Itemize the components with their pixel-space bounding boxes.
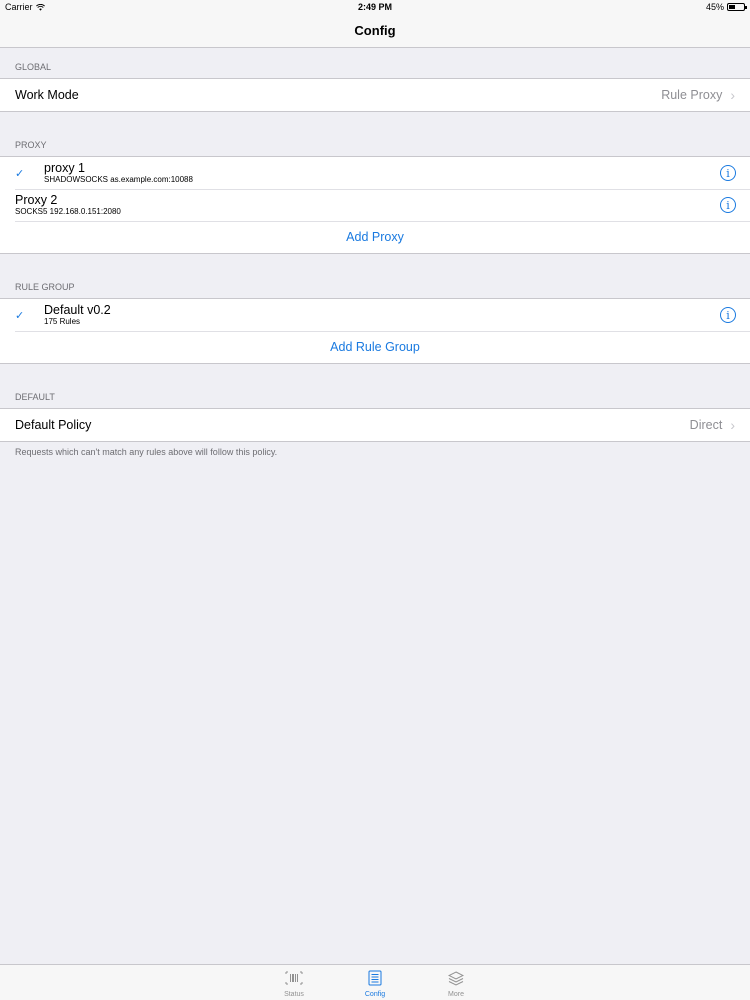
work-mode-label: Work Mode [15,88,79,102]
work-mode-value: Rule Proxy [661,88,723,102]
tab-status-label: Status [284,991,304,998]
tab-status[interactable]: Status [276,965,312,1000]
clock: 2:49 PM [357,2,392,12]
checkmark-icon: ✓ [15,167,25,180]
battery-fill [729,5,736,9]
info-icon[interactable]: i [720,165,736,181]
rule-group-row[interactable]: ✓ Default v0.2 175 Rules i [0,299,750,331]
proxy-row[interactable]: Proxy 2 SOCKS5 192.168.0.151:2080 i [0,189,750,221]
add-proxy-button[interactable]: Add Proxy [0,221,750,253]
proxy-detail: SOCKS5 192.168.0.151:2080 [15,207,121,216]
section-header-global: GLOBAL [0,48,750,78]
default-policy-label: Default Policy [15,418,92,432]
default-policy-row[interactable]: Default Policy Direct › [0,409,750,441]
default-group: Default Policy Direct › [0,408,750,442]
section-header-label: RULE GROUP [15,282,75,292]
chevron-right-icon: › [730,87,735,103]
global-group: Work Mode Rule Proxy › [0,78,750,112]
default-policy-footer: Requests which can't match any rules abo… [15,447,278,457]
proxy-detail: SHADOWSOCKS as.example.com:10088 [44,175,193,184]
rule-group-name: Default v0.2 [44,303,111,317]
proxy-name: Proxy 2 [15,193,58,207]
info-icon[interactable]: i [720,307,736,323]
chevron-right-icon: › [730,417,735,433]
status-bar: Carrier 2:49 PM 45% [0,0,750,15]
info-icon[interactable]: i [720,197,736,213]
tab-bar: Status Config More [0,964,750,1000]
battery-icon [727,3,747,11]
barcode-icon [285,970,303,986]
layers-icon [448,970,464,986]
section-header-rule-group: RULE GROUP [0,254,750,298]
work-mode-row[interactable]: Work Mode Rule Proxy › [0,79,750,111]
page-title: Config [354,23,396,38]
add-rule-group-label: Add Rule Group [330,340,420,354]
section-header-label: PROXY [15,140,47,150]
add-rule-group-button[interactable]: Add Rule Group [0,331,750,363]
tab-config-label: Config [364,991,386,998]
list-icon [368,970,382,986]
rule-group-group: ✓ Default v0.2 175 Rules i Add Rule Grou… [0,298,750,364]
battery-percent: 45% [705,2,724,12]
add-proxy-label: Add Proxy [346,230,404,244]
section-header-proxy: PROXY [0,112,750,156]
rule-group-detail: 175 Rules [44,317,81,326]
checkmark-icon: ✓ [15,309,25,322]
proxy-name: proxy 1 [44,161,85,175]
section-header-label: GLOBAL [15,62,52,72]
proxy-row[interactable]: ✓ proxy 1 SHADOWSOCKS as.example.com:100… [0,157,750,189]
section-header-default: DEFAULT [0,364,750,408]
proxy-group: ✓ proxy 1 SHADOWSOCKS as.example.com:100… [0,156,750,254]
navigation-bar: Config [0,15,750,48]
section-header-label: DEFAULT [15,392,55,402]
tab-config[interactable]: Config [357,965,393,1000]
tab-more[interactable]: More [438,965,474,1000]
config-table: GLOBAL Work Mode Rule Proxy › PROXY ✓ pr… [0,48,750,457]
tab-more-label: More [448,991,464,998]
default-policy-value: Direct [689,418,723,432]
